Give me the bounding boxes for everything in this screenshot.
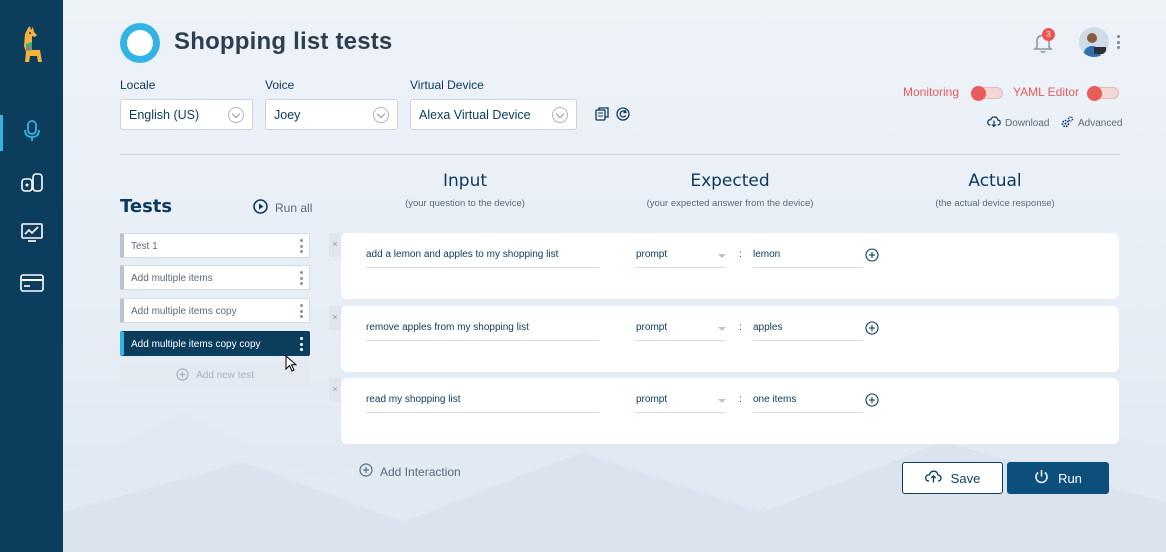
add-expected-icon[interactable] xyxy=(865,393,879,407)
save-label: Save xyxy=(950,470,981,486)
avatar[interactable] xyxy=(1079,27,1109,57)
test-item-menu-icon[interactable] xyxy=(300,337,303,351)
monitoring-label: Monitoring xyxy=(903,85,960,99)
download-label: Download xyxy=(1005,117,1050,129)
more-options-icon[interactable] xyxy=(1117,35,1120,49)
interaction-row: read my shopping list prompt : one items xyxy=(341,378,1119,444)
interaction-row: add a lemon and apples to my shopping li… xyxy=(341,233,1119,299)
advanced-link[interactable]: Advanced xyxy=(1061,116,1122,131)
input-column-title: Input xyxy=(442,171,488,191)
add-new-test-label: Add new test xyxy=(196,370,254,381)
test-item-label: Add multiple items copy xyxy=(131,306,237,317)
cloud-download-icon xyxy=(987,116,1001,130)
llama-logo-icon[interactable] xyxy=(16,26,46,64)
voice-select[interactable]: Joey xyxy=(265,99,398,130)
chevron-down-icon xyxy=(228,107,244,123)
sidebar-item-billing[interactable] xyxy=(0,265,63,305)
input-field[interactable]: read my shopping list xyxy=(366,391,600,413)
sidebar-item-devices[interactable] xyxy=(0,165,63,205)
sidebar xyxy=(0,0,63,552)
chevron-down-icon xyxy=(373,107,389,123)
copy-icon[interactable] xyxy=(595,107,609,121)
expected-field[interactable]: lemon xyxy=(753,246,863,268)
sidebar-item-tests[interactable] xyxy=(0,113,63,153)
test-item-label: Add multiple items copy copy xyxy=(131,339,261,350)
alexa-ring-icon xyxy=(120,23,160,63)
separator-colon: : xyxy=(739,322,742,333)
download-link[interactable]: Download xyxy=(987,116,1049,130)
add-new-test-button[interactable]: Add new test xyxy=(120,362,310,389)
operator-select[interactable]: prompt xyxy=(636,319,726,341)
yaml-editor-toggle[interactable] xyxy=(1087,86,1119,101)
expected-column-subtitle: (your expected answer from the device) xyxy=(646,198,814,209)
plus-circle-icon xyxy=(176,367,189,384)
voice-value: Joey xyxy=(274,108,301,122)
virtual-device-select[interactable]: Alexa Virtual Device xyxy=(410,99,577,130)
remove-interaction-button[interactable]: × xyxy=(329,233,341,257)
cloud-upload-icon xyxy=(924,470,942,486)
power-icon xyxy=(1034,469,1049,487)
run-all-button[interactable]: Run all xyxy=(253,199,312,217)
monitoring-toggle[interactable] xyxy=(971,86,1003,101)
mouse-cursor-icon xyxy=(285,355,297,372)
refresh-icon[interactable] xyxy=(616,107,630,121)
run-button[interactable]: Run xyxy=(1007,462,1109,494)
virtual-device-value: Alexa Virtual Device xyxy=(419,108,531,122)
gears-icon xyxy=(1061,116,1074,131)
operator-select[interactable]: prompt xyxy=(636,391,726,413)
operator-select[interactable]: prompt xyxy=(636,246,726,268)
notification-badge: 3 xyxy=(1042,28,1055,41)
remove-interaction-button[interactable]: × xyxy=(329,378,341,402)
test-item-label: Add multiple items xyxy=(131,273,213,284)
interaction-row: remove apples from my shopping list prom… xyxy=(341,306,1119,372)
virtual-device-label: Virtual Device xyxy=(410,78,484,92)
test-item-menu-icon[interactable] xyxy=(300,271,303,285)
actual-column-subtitle: (the actual device response) xyxy=(935,198,1055,209)
monitor-chart-icon xyxy=(20,222,43,248)
tests-heading: Tests xyxy=(120,196,173,217)
test-item[interactable]: Add multiple items copy xyxy=(120,298,310,323)
locale-select[interactable]: English (US) xyxy=(120,99,253,130)
play-circle-icon xyxy=(253,199,268,217)
input-field[interactable]: add a lemon and apples to my shopping li… xyxy=(366,246,600,268)
add-expected-icon[interactable] xyxy=(865,248,879,262)
test-item-label: Test 1 xyxy=(131,241,158,252)
divider xyxy=(120,154,1120,155)
add-expected-icon[interactable] xyxy=(865,321,879,335)
yaml-editor-label: YAML Editor xyxy=(1013,85,1080,99)
microphone-icon xyxy=(23,119,41,147)
separator-colon: : xyxy=(739,394,742,405)
separator-colon: : xyxy=(739,249,742,260)
remove-interaction-button[interactable]: × xyxy=(329,306,341,330)
expected-field[interactable]: one items xyxy=(753,391,863,413)
credit-card-icon xyxy=(19,273,44,297)
input-column-subtitle: (your question to the device) xyxy=(405,198,525,209)
main-content: Shopping list tests Locale English (US) … xyxy=(63,0,1166,552)
test-item-selected[interactable]: Add multiple items copy copy xyxy=(120,331,310,356)
plus-circle-icon xyxy=(359,463,373,480)
input-field[interactable]: remove apples from my shopping list xyxy=(366,319,600,341)
test-item[interactable]: Add multiple items xyxy=(120,265,310,290)
advanced-label: Advanced xyxy=(1078,118,1123,129)
locale-value: English (US) xyxy=(129,108,200,122)
run-label: Run xyxy=(1058,470,1082,486)
save-button[interactable]: Save xyxy=(902,462,1003,494)
actual-column-title: Actual xyxy=(968,171,1022,191)
add-interaction-button[interactable]: Add Interaction xyxy=(359,463,461,480)
voice-label: Voice xyxy=(265,78,295,92)
expected-field[interactable]: apples xyxy=(753,319,863,341)
locale-label: Locale xyxy=(120,78,156,92)
add-interaction-label: Add Interaction xyxy=(380,464,461,479)
run-all-label: Run all xyxy=(275,201,313,215)
chevron-down-icon xyxy=(552,107,568,123)
test-item[interactable]: Test 1 xyxy=(120,233,310,258)
test-item-menu-icon[interactable] xyxy=(300,304,303,318)
page-title: Shopping list tests xyxy=(174,28,393,55)
expected-column-title: Expected xyxy=(690,171,770,191)
sidebar-item-monitoring[interactable] xyxy=(0,215,63,255)
devices-icon xyxy=(20,172,43,198)
test-item-menu-icon[interactable] xyxy=(300,239,303,253)
